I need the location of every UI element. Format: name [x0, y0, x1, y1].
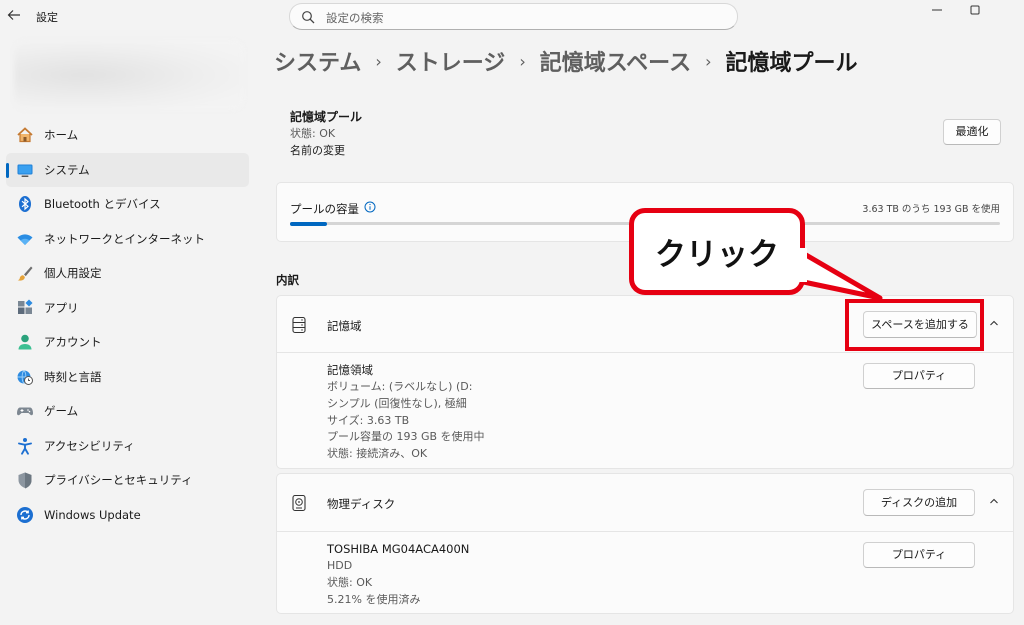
callout-text: クリック [655, 237, 779, 273]
sidebar-item-gaming[interactable]: ゲーム [6, 394, 249, 429]
disk-name: TOSHIBA MG04ACA400N [327, 542, 470, 556]
accessibility-icon [16, 437, 34, 455]
storage-space-details: 記憶領域 ボリューム: (ラベルなし) (D: シンプル (回復性なし), 極細… [327, 362, 485, 463]
system-display-icon [16, 161, 34, 179]
breadcrumb-item-system[interactable]: システム [274, 45, 361, 77]
storage-title: 記憶域 [327, 319, 362, 333]
breadcrumb-separator: › [705, 51, 712, 71]
chevron-up-icon[interactable] [986, 317, 1002, 333]
pool-status: 状態: OK [290, 127, 336, 140]
minimize-icon[interactable] [928, 4, 946, 22]
physical-disk-card-header[interactable]: 物理ディスク ディスクの追加 [276, 473, 1014, 532]
sidebar-item-accounts[interactable]: アカウント [6, 325, 249, 360]
rename-link[interactable]: 名前の変更 [290, 142, 345, 158]
disk-properties-button[interactable]: プロパティ [863, 542, 975, 568]
home-icon [16, 126, 34, 144]
disk-status: 状態: OK [327, 575, 373, 589]
sidebar-item-home[interactable]: ホーム [6, 118, 249, 153]
apps-icon [16, 299, 34, 317]
sidebar-item-bluetooth[interactable]: Bluetooth とデバイス [6, 187, 249, 222]
sidebar-item-time-language[interactable]: 時刻と言語 [6, 360, 249, 395]
wifi-icon [16, 230, 34, 248]
disk-usage: 5.21% を使用済み [327, 592, 421, 606]
maximize-icon[interactable] [966, 4, 984, 22]
annotation-highlight-box [845, 299, 984, 351]
back-arrow-icon[interactable] [6, 8, 22, 24]
bluetooth-icon [16, 195, 34, 213]
add-disk-button[interactable]: ディスクの追加 [863, 489, 975, 516]
storage-card-detail: 記憶領域 ボリューム: (ラベルなし) (D: シンプル (回復性なし), 極細… [276, 352, 1014, 469]
physical-disk-card-detail: TOSHIBA MG04ACA400N HDD 状態: OK 5.21% を使用… [276, 531, 1014, 614]
app-title: 設定 [36, 11, 58, 24]
info-icon[interactable] [364, 198, 376, 213]
disk-type: HDD [327, 559, 353, 572]
search-box[interactable]: 設定の検索 [289, 3, 738, 30]
sidebar-nav: ホーム システム Bluetooth とデバイス ネットワークとインターネット … [6, 118, 250, 532]
physical-disk-title: 物理ディスク [327, 497, 396, 511]
pool-title: 記憶域プール [290, 110, 363, 124]
annotation-callout: クリック [629, 208, 805, 295]
storage-space-usage: プール容量の 193 GB を使用中 [327, 430, 485, 444]
capacity-usage-text: 3.63 TB のうち 193 GB を使用 [862, 204, 1000, 215]
storage-properties-button[interactable]: プロパティ [863, 363, 975, 389]
storage-space-volume: ボリューム: (ラベルなし) (D: [327, 380, 473, 393]
sidebar-item-accessibility[interactable]: アクセシビリティ [6, 429, 249, 464]
breadcrumb-separator: › [519, 51, 526, 71]
breadcrumb-item-storage-spaces[interactable]: 記憶域スペース [540, 45, 691, 77]
update-icon [16, 506, 34, 524]
sidebar-item-system[interactable]: システム [6, 152, 249, 187]
globe-clock-icon [16, 368, 34, 386]
sidebar-item-windows-update[interactable]: Windows Update [6, 498, 249, 533]
gamepad-icon [16, 402, 34, 420]
capacity-label: プールの容量 [290, 202, 359, 216]
sidebar-item-network[interactable]: ネットワークとインターネット [6, 222, 249, 257]
search-icon [302, 11, 315, 24]
capacity-bar-fill [290, 221, 327, 226]
user-profile-blurred [14, 40, 244, 110]
sidebar-item-privacy[interactable]: プライバシーとセキュリティ [6, 463, 249, 498]
storage-space-size: サイズ: 3.63 TB [327, 413, 410, 427]
chevron-up-icon[interactable] [986, 495, 1002, 511]
page-title: 記憶域プール [725, 51, 858, 76]
storage-space-resiliency: シンプル (回復性なし), 極細 [327, 396, 467, 410]
sidebar-item-personalization[interactable]: 個人用設定 [6, 256, 249, 291]
hard-disk-icon [291, 494, 307, 512]
breadcrumb: システム › ストレージ › 記憶域スペース › 記憶域プール [274, 45, 858, 77]
storage-space-name: 記憶領域 [327, 363, 373, 377]
breadcrumb-item-storage[interactable]: ストレージ [396, 45, 506, 77]
brush-icon [16, 264, 34, 282]
search-input[interactable]: 設定の検索 [326, 10, 384, 26]
sidebar-item-apps[interactable]: アプリ [6, 291, 249, 326]
physical-disk-details: TOSHIBA MG04ACA400N HDD 状態: OK 5.21% を使用… [327, 541, 469, 608]
callout-pointer-joint [797, 248, 807, 282]
breakdown-heading: 内訳 [276, 273, 299, 287]
account-icon [16, 333, 34, 351]
shield-icon [16, 471, 34, 489]
storage-space-status: 状態: 接続済み、OK [327, 447, 428, 461]
breadcrumb-separator: › [375, 51, 382, 71]
title-bar: 設定 設定の検索 [0, 0, 1024, 34]
storage-icon [291, 316, 307, 334]
optimize-button[interactable]: 最適化 [943, 119, 1001, 145]
